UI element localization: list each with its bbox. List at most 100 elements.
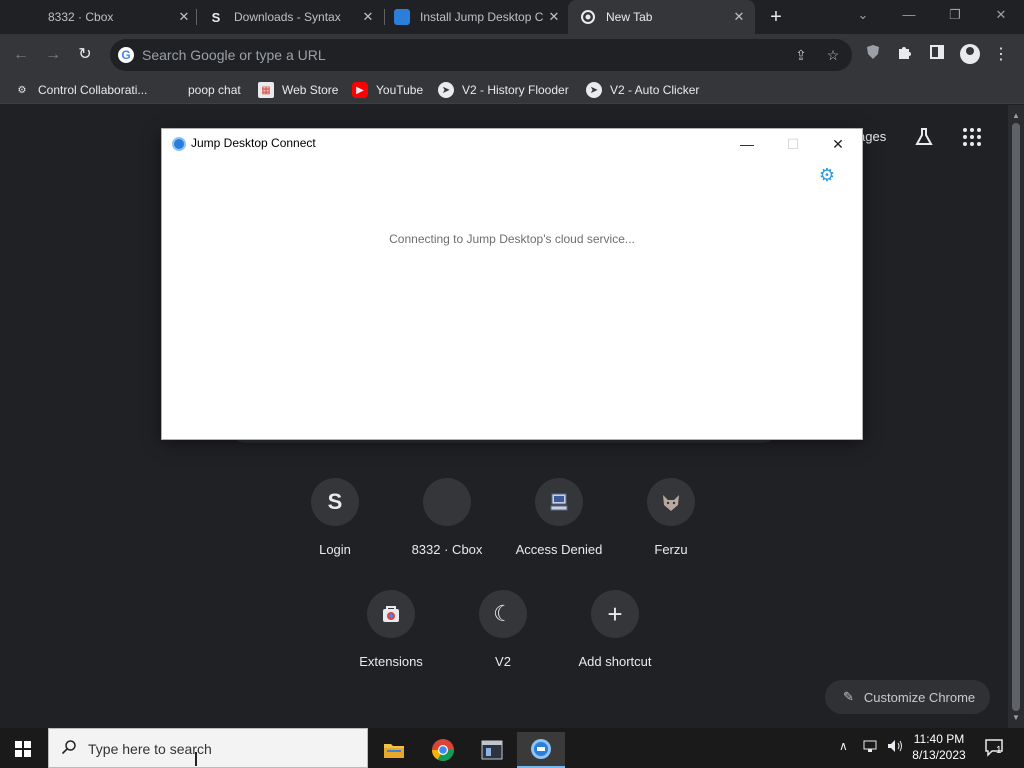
clock-time: 11:40 PM [913,732,965,746]
maximize-button: ☐ [786,136,800,152]
volume-icon[interactable] [886,738,904,757]
share-icon[interactable]: ⇪ [792,46,810,64]
shortcut-access-denied[interactable]: Access Denied [503,478,615,557]
system-clock[interactable]: 11:40 PM 8/13/2023 [910,731,968,763]
new-tab-button[interactable]: + [766,7,786,27]
windows-start-icon[interactable] [15,741,31,757]
notification-center-icon[interactable]: 1 [984,737,1004,760]
apps-grid-icon[interactable] [962,127,982,152]
close-tab-icon[interactable]: ✕ [176,9,192,25]
bookmark-v2-auto-clicker[interactable]: ➤ V2 - Auto Clicker [586,81,699,99]
compass-icon: ➤ [586,82,602,98]
bookmark-web-store[interactable]: ▦ Web Store [258,81,338,99]
chrome-taskbar-icon[interactable] [419,732,467,768]
syntax-s-icon: S [211,9,221,25]
jump-desktop-connect-window: Jump Desktop Connect — ☐ ✕ ⚙ Connecting … [162,129,862,439]
images-link[interactable]: ages [858,129,886,144]
web-store-icon: ▦ [258,82,274,98]
ublock-shield-icon[interactable] [862,44,884,66]
bookmark-poop-chat[interactable]: poop chat [188,81,241,99]
plus-icon: + [591,590,639,638]
shortcut-v2[interactable]: ☾ V2 [447,590,559,669]
tab-install-jump-desktop[interactable]: Install Jump Desktop C ✕ [394,0,562,34]
tab-title: New Tab [606,10,653,24]
bookmark-control-collaboration[interactable]: ⚙ Control Collaborati... [14,81,148,99]
text-cursor-icon [195,752,197,766]
bookmark-label: V2 - History Flooder [462,83,569,97]
search-placeholder: Type here to search [88,741,212,757]
file-explorer-icon[interactable] [370,732,418,768]
scrollbar-thumb[interactable] [1012,123,1020,711]
tab-title: Install Jump Desktop C [420,10,544,24]
extensions-puzzle-icon[interactable] [894,44,916,66]
search-icon [61,739,77,755]
side-panel-icon[interactable] [926,44,948,66]
close-window-button[interactable]: ✕ [990,4,1012,26]
tab-title: 8332 · Cbox [48,10,114,24]
address-placeholder: Search Google or type a URL [142,47,326,63]
shortcut-ferzu[interactable]: Ferzu [615,478,727,557]
minimize-button[interactable]: — [735,133,759,155]
web-store-icon [367,590,415,638]
shortcut-label: Extensions [359,654,423,669]
bookmarks-bar: ⚙ Control Collaborati... poop chat ▦ Web… [0,76,1024,104]
application-window-icon[interactable] [468,732,516,768]
shortcut-label: Ferzu [654,542,688,557]
scroll-up-icon[interactable]: ▲ [1008,109,1024,123]
chrome-menu-icon[interactable]: ⋮ [990,44,1012,66]
customize-chrome-button[interactable]: ✎ Customize Chrome [825,680,990,714]
shortcut-label: Login [319,542,351,557]
tab-separator [384,9,385,25]
scroll-down-icon[interactable]: ▼ [1008,711,1024,725]
cbox-icon [423,478,471,526]
clock-date: 8/13/2023 [912,748,966,762]
bookmark-youtube[interactable]: ▶ YouTube [352,81,423,99]
shortcut-login[interactable]: S Login [279,478,391,557]
tab-syntax[interactable]: S Downloads - Syntax ✕ [208,0,376,34]
close-tab-icon[interactable]: ✕ [731,9,747,25]
jump-desktop-taskbar-icon[interactable] [517,732,565,768]
gear-icon[interactable]: ⚙ [818,166,836,184]
reload-button[interactable]: ↻ [74,44,96,66]
shortcut-extensions[interactable]: Extensions [335,590,447,669]
taskbar-search-box[interactable]: Type here to search [48,728,368,768]
customize-chrome-label: Customize Chrome [863,689,976,705]
tab-cbox[interactable]: 8332 · Cbox ✕ [22,0,192,34]
address-bar[interactable]: G Search Google or type a URL ⇪ ☆ [110,39,852,71]
computer-icon [535,478,583,526]
tab-search-icon[interactable]: ⌄ [852,4,874,26]
google-icon: G [118,47,134,63]
shortcut-label: Add shortcut [578,654,652,669]
add-shortcut-button[interactable]: + Add shortcut [559,590,671,669]
bookmark-label: Web Store [282,83,339,97]
show-hidden-icons-icon[interactable]: ∧ [839,739,848,753]
back-button[interactable]: ← [10,44,32,66]
window-title: Jump Desktop Connect [191,136,316,150]
syntax-s-icon: S [311,478,359,526]
close-tab-icon[interactable]: ✕ [546,9,562,25]
close-button[interactable]: ✕ [826,133,850,155]
bookmark-v2-history-flooder[interactable]: ➤ V2 - History Flooder [438,81,569,99]
profile-avatar[interactable] [960,44,980,64]
desktop-screen: 8332 · Cbox ✕ S Downloads - Syntax ✕ Ins… [0,0,1024,768]
tab-title: Downloads - Syntax [234,10,341,24]
jump-desktop-icon [172,137,186,151]
network-icon[interactable] [863,738,879,757]
forward-button[interactable]: → [42,44,64,66]
labs-flask-icon[interactable] [914,127,934,152]
bookmark-label: Control Collaborati... [38,83,148,97]
bookmark-star-icon[interactable]: ☆ [824,46,842,64]
shortcut-cbox[interactable]: 8332 · Cbox [391,478,503,557]
youtube-icon: ▶ [352,82,368,98]
restore-window-button[interactable]: ❐ [944,4,966,26]
pencil-icon: ✎ [843,689,854,704]
windows-taskbar: Type here to search ∧ 11:40 PM 8/13/2023… [0,728,1024,768]
browser-toolbar: ← → ↻ G Search Google or type a URL ⇪ ☆ … [0,34,1024,76]
minimize-window-button[interactable]: — [898,4,920,26]
chrome-icon [580,9,596,25]
tab-new-tab[interactable]: New Tab ✕ [568,0,755,34]
shortcut-label: 8332 · Cbox [411,542,483,557]
close-tab-icon[interactable]: ✕ [360,9,376,25]
page-scrollbar[interactable]: ▲ ▼ [1008,105,1024,728]
shortcut-label: Access Denied [515,542,603,557]
